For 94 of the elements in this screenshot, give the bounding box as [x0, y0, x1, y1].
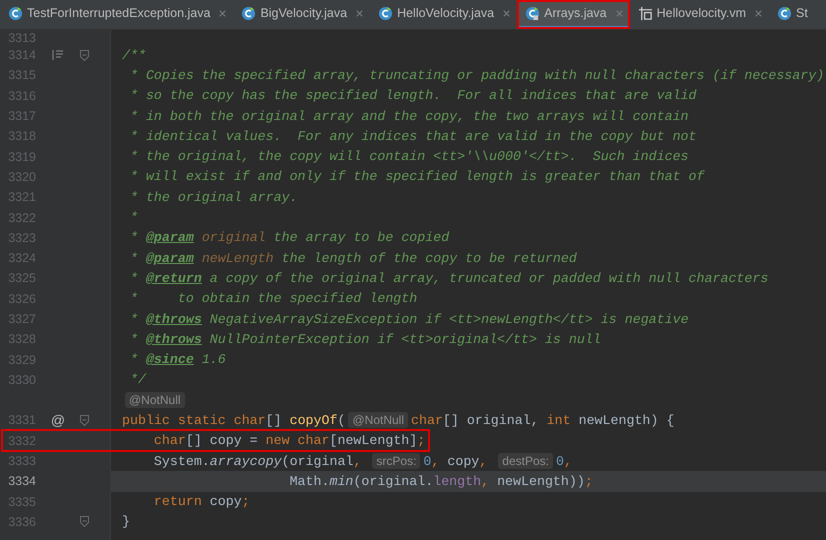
code-text: newLength) {	[578, 412, 674, 428]
fold-icon[interactable]	[80, 516, 89, 528]
class-icon	[525, 6, 540, 20]
template-icon	[638, 6, 653, 20]
doc-comment: * the original array.	[128, 190, 298, 205]
editor-tab[interactable]: BigVelocity.java	[233, 0, 370, 29]
close-icon[interactable]	[502, 8, 512, 18]
doc-tag: @param	[146, 230, 194, 246]
code-text: copy	[208, 494, 242, 510]
doc-comment: if <tt>original</tt> is null	[376, 332, 601, 347]
editor-tab[interactable]: HelloVelocity.java	[370, 0, 518, 29]
code-text: System.	[152, 454, 210, 469]
doc-comment: * so the copy has the specified length. For all indices that are valid	[128, 88, 697, 104]
number-literal: 0	[556, 454, 564, 469]
keyword: int	[546, 412, 571, 428]
code-text: (	[337, 412, 346, 428]
number-literal: 0	[423, 454, 432, 469]
static-call: arraycopy	[210, 454, 282, 469]
keyword: char	[152, 433, 186, 448]
code-text: [] original,	[442, 412, 540, 428]
doc-param: newLength	[200, 250, 274, 266]
doc-param: original	[200, 230, 266, 246]
close-icon[interactable]	[754, 8, 764, 18]
class-icon	[8, 6, 23, 20]
field-name: length	[433, 474, 482, 489]
doc-reference: NullPointerException	[208, 332, 370, 347]
doc-tag: @since	[146, 352, 194, 368]
doc-tag: @param	[146, 250, 194, 266]
keyword: new char	[266, 433, 330, 448]
doc-comment: * the original, the copy will contain <tt>'\\u000'</tt>. Such indices	[128, 149, 689, 164]
doc-tag: @throws	[146, 332, 202, 347]
close-icon[interactable]	[355, 8, 364, 18]
doc-reference: NegativeArraySizeException	[208, 312, 418, 326]
code-text: copy	[446, 454, 480, 469]
doc-comment: *	[128, 210, 138, 226]
editor-tab[interactable]: Hellovelocity.vm	[630, 0, 770, 29]
annotation-marker[interactable]: @	[50, 412, 66, 428]
doc-comment: if <tt>newLength</tt> is negative	[424, 312, 689, 326]
doc-comment: *	[128, 312, 139, 326]
code-text: }	[122, 514, 130, 530]
keyword: ;	[417, 433, 426, 448]
doc-tag: @return	[146, 270, 202, 286]
code-text: [newLength]	[329, 433, 418, 448]
doc-comment: the length of the copy to be returned	[280, 250, 577, 266]
keyword: ,	[479, 454, 488, 469]
doc-comment: *	[128, 352, 139, 368]
class-icon	[378, 6, 394, 20]
line-number: 3334	[8, 474, 36, 488]
keyword: return	[152, 494, 202, 510]
class-icon	[777, 6, 792, 20]
doc-comment: */	[128, 372, 146, 388]
editor-tab[interactable]: TestForInterruptedException.java	[0, 0, 234, 29]
code-text: Math.	[288, 474, 330, 489]
doc-comment: *	[128, 230, 139, 246]
inlay-hint: @NotNull	[348, 412, 408, 428]
fold-icon[interactable]	[80, 414, 89, 426]
doc-comment: *	[128, 270, 139, 286]
fold-icon[interactable]	[80, 50, 89, 61]
method-name: copyOf	[290, 412, 338, 428]
code-text: [] copy =	[186, 433, 259, 448]
close-icon[interactable]	[614, 8, 624, 18]
keyword: ;	[242, 494, 250, 510]
doc-comment: *	[128, 332, 139, 347]
code-text: []	[266, 412, 283, 428]
keyword: ,	[353, 454, 362, 469]
code-text: (original.	[353, 474, 434, 489]
doc-comment: * to obtain the specified length	[128, 291, 418, 306]
keyword: char	[411, 412, 443, 428]
static-call: min	[329, 474, 354, 489]
close-icon[interactable]	[218, 8, 228, 18]
code-text: (original	[282, 454, 354, 469]
inlay-hint: srcPos:	[372, 452, 420, 469]
doc-comment: /**	[122, 48, 146, 63]
editor-tab[interactable]: St	[769, 0, 814, 29]
doc-comment: 1.6	[200, 352, 226, 368]
keyword: public static char	[122, 412, 266, 428]
doc-comment: * Copies the specified array, truncating or padding with null characters (if necessary)	[128, 68, 824, 83]
class-icon	[241, 6, 256, 20]
keyword: ;	[584, 474, 593, 489]
list-lines-icon[interactable]	[52, 50, 64, 60]
keyword: ,	[564, 454, 572, 469]
keyword: ,	[431, 454, 440, 469]
keyword: ,	[481, 474, 490, 489]
doc-tag: @throws	[146, 312, 202, 326]
doc-comment: * identical values. For any indices that are valid in the copy but not	[128, 128, 697, 144]
doc-comment: * in both the original array and the copy, the two arrays will contain	[128, 108, 689, 124]
inlay-hint: @NotNull	[125, 392, 185, 408]
editor-tab[interactable]: Arrays.java	[517, 0, 630, 29]
doc-comment: the array to be copied	[272, 230, 450, 246]
doc-comment: *	[128, 250, 139, 266]
inlay-hint: destPos:	[498, 452, 553, 469]
doc-comment: * will exist if and only if the specified length is greater than that of	[128, 169, 704, 184]
code-text: newLength))	[496, 474, 585, 489]
doc-comment: a copy of the original array, truncated or padded with null characters	[208, 270, 768, 286]
